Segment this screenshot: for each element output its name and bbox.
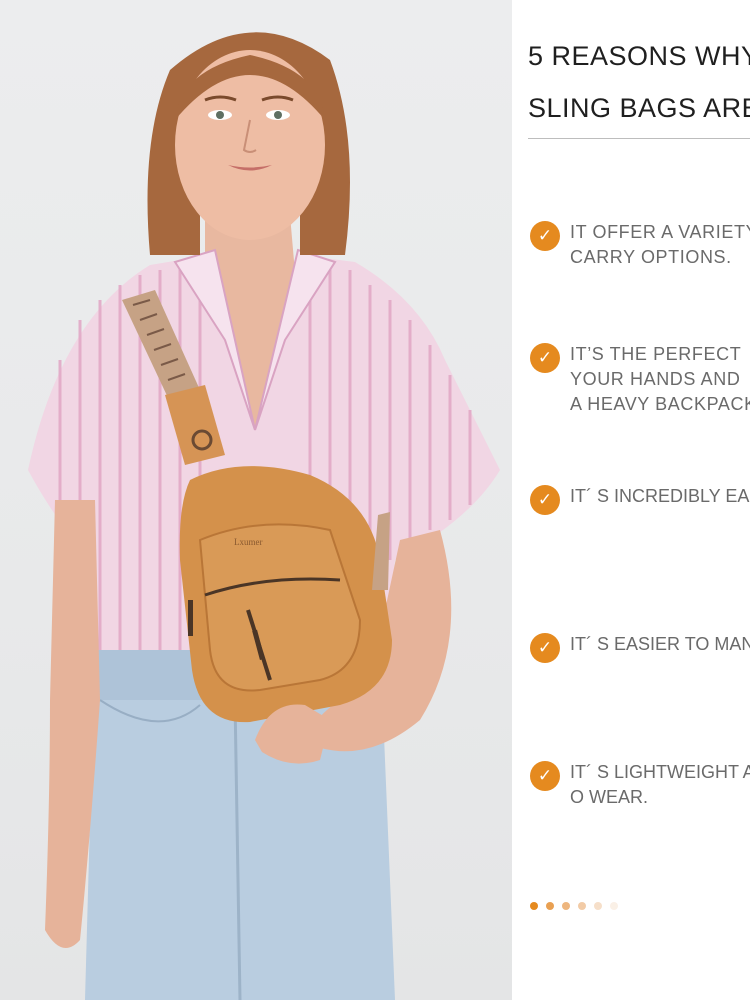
reason-text-3: IT´ S INCREDIBLY EASY [570,486,750,506]
model-illustration: Lxumer [28,32,500,1000]
title-line-1: 5 REASONS WHY [528,41,750,71]
reason-text-2: IT’S THE PERFECT YOUR HANDS AND A HEAVY … [570,344,750,414]
check-circle-icon: ✓ [530,633,560,663]
carousel-dots [530,902,618,910]
reason-text-1: IT OFFER A VARIETY OF CARRY OPTIONS. [570,222,750,267]
carousel-dot-5[interactable] [594,902,602,910]
reasons-panel: 5 REASONS WHY SLING BAGS ARE ✓ IT OFFER … [512,0,750,1000]
reason-item-4: ✓ IT´ S EASIER TO MANAGE [530,632,750,663]
product-photo: Lxumer [0,0,512,1000]
reason-item-1: ✓ IT OFFER A VARIETY OF CARRY OPTIONS. [530,220,750,270]
reason-item-2: ✓ IT’S THE PERFECT YOUR HANDS AND A HEAV… [530,342,750,417]
title-line-2: SLING BAGS ARE [528,93,750,123]
carousel-dot-2[interactable] [546,902,554,910]
reason-item-5: ✓ IT´ S LIGHTWEIGHT AND T O WEAR. [530,760,750,810]
check-circle-icon: ✓ [530,761,560,791]
check-circle-icon: ✓ [530,343,560,373]
carousel-dot-1[interactable] [530,902,538,910]
reason-text-5: IT´ S LIGHTWEIGHT AND T O WEAR. [570,762,750,807]
bag-logo: Lxumer [234,537,263,547]
check-circle-icon: ✓ [530,485,560,515]
reason-item-3: ✓ IT´ S INCREDIBLY EASY [530,484,750,515]
title-divider [528,138,750,139]
carousel-dot-4[interactable] [578,902,586,910]
carousel-dot-6[interactable] [610,902,618,910]
check-circle-icon: ✓ [530,221,560,251]
page-title: 5 REASONS WHY SLING BAGS ARE [528,30,750,134]
carousel-dot-3[interactable] [562,902,570,910]
reason-text-4: IT´ S EASIER TO MANAGE [570,634,750,654]
